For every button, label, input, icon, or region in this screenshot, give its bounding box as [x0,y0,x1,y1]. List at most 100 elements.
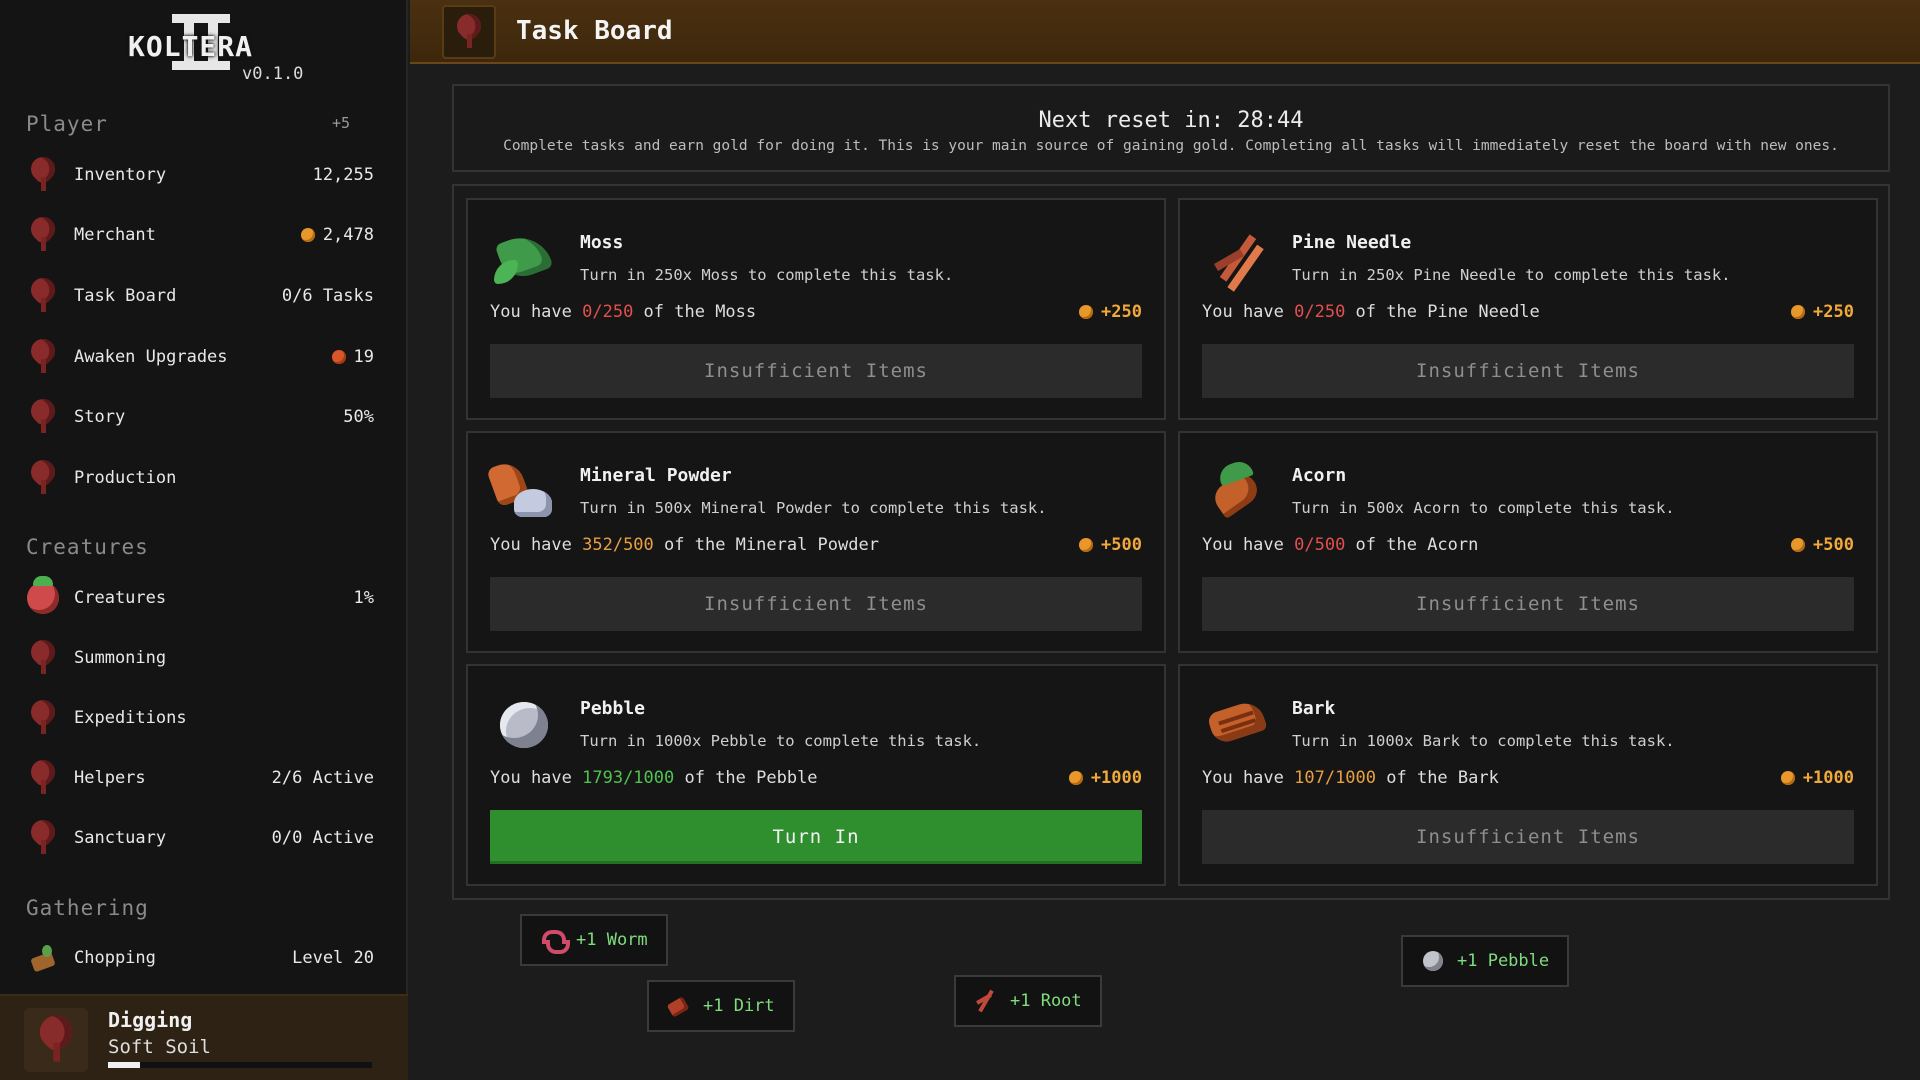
sidebar-item-value: Level 20 [292,948,374,968]
task-name: Pine Needle [1292,232,1412,253]
sidebar-item-summoning[interactable]: Summoning [26,635,374,681]
sidebar-item-value: 0/6 Tasks [281,286,374,306]
pin-icon [26,338,60,376]
pin-icon [26,459,60,497]
task-quantity: 0/500 [1294,535,1346,555]
page-header: Task Board [410,0,1920,64]
pin-icon [26,639,60,677]
task-description: Turn in 250x Pine Needle to complete thi… [1292,266,1731,284]
task-grid: Moss Turn in 250x Moss to complete this … [452,184,1890,900]
turn-in-button[interactable]: Turn In [490,810,1142,864]
mineral-powder-icon [492,459,556,523]
sidebar-item-label: Helpers [74,768,146,788]
task-progress: You have 0/250 of the Moss [490,302,757,322]
sidebar-item-label: Awaken Upgrades [74,347,228,367]
reset-description: Complete tasks and earn gold for doing i… [503,138,1839,154]
sidebar-item-merchant[interactable]: Merchant 2,478 [26,212,374,258]
task-quantity: 352/500 [582,535,654,555]
chopping-icon [28,943,58,973]
task-description: Turn in 500x Acorn to complete this task… [1292,499,1675,517]
coin-icon [300,228,315,242]
logo-text: KOLTERA [128,30,254,63]
app-version: v0.1.0 [242,64,304,84]
sidebar-item-production[interactable]: Production [26,455,374,501]
activity-progress-fill [108,1062,140,1068]
creature-icon [27,576,59,614]
task-progress: You have 352/500 of the Mineral Powder [490,535,879,555]
sidebar-item-story[interactable]: Story 50% [26,394,374,440]
active-activity-digging[interactable]: Digging Soft Soil [0,994,408,1080]
pebble-icon [492,692,556,756]
bark-icon [1204,692,1268,756]
task-reward: +250 [1079,302,1142,322]
sidebar-item-label: Story [74,407,126,427]
insufficient-items-button[interactable]: Insufficient Items [1202,577,1854,631]
drop-notification-pebble: +1 Pebble [1401,935,1570,987]
pin-icon [442,5,496,59]
sidebar-item-creatures[interactable]: Creatures 1% [26,575,374,621]
section-title-player: Player [26,112,108,136]
task-reward: +500 [1791,535,1854,555]
sidebar-item-value: 2/6 Active [271,768,374,788]
coin-icon [1079,538,1094,552]
sidebar-item-awaken-upgrades[interactable]: Awaken Upgrades 19 [26,334,374,380]
task-card-moss: Moss Turn in 250x Moss to complete this … [466,198,1166,420]
sidebar-item-chopping[interactable]: Chopping Level 20 [26,935,374,981]
task-name: Acorn [1292,465,1347,486]
sidebar-item-label: Expeditions [74,708,187,728]
acorn-icon [1204,459,1268,523]
insufficient-items-button[interactable]: Insufficient Items [1202,810,1854,864]
task-quantity: 107/1000 [1294,768,1377,788]
sidebar-item-expeditions[interactable]: Expeditions [26,695,374,741]
sidebar-item-task-board[interactable]: Task Board 0/6 Tasks [26,273,374,319]
coin-icon [1079,305,1094,319]
coin-icon [1780,771,1795,785]
activity-subtitle: Soft Soil [108,1036,211,1058]
task-description: Turn in 250x Moss to complete this task. [580,266,954,284]
task-description: Turn in 500x Mineral Powder to complete … [580,499,1047,517]
reset-panel: Next reset in: 28:44 Complete tasks and … [452,84,1890,172]
sidebar-item-value: 0/0 Active [271,828,374,848]
sidebar-item-inventory[interactable]: Inventory 12,255 [26,152,374,198]
insufficient-items-button[interactable]: Insufficient Items [1202,344,1854,398]
pin-icon [26,699,60,737]
pebble-icon [1421,949,1445,973]
sidebar-item-label: Production [74,468,177,488]
app-logo: KOLTERA v0.1.0 [120,14,303,84]
task-reward: +250 [1791,302,1854,322]
drop-label: +1 Worm [576,930,648,950]
worm-icon [540,928,570,954]
task-card-bark: Bark Turn in 1000x Bark to complete this… [1178,664,1878,886]
sidebar-item-sanctuary[interactable]: Sanctuary 0/0 Active [26,815,374,861]
task-name: Mineral Powder [580,465,732,486]
task-name: Moss [580,232,624,253]
pin-icon [26,759,60,797]
sidebar-item-value: 50% [343,407,374,427]
insufficient-items-button[interactable]: Insufficient Items [490,344,1142,398]
activity-title: Digging [108,1008,193,1032]
sidebar-item-label: Chopping [74,948,156,968]
drop-label: +1 Root [1010,991,1082,1011]
task-progress: You have 0/250 of the Pine Needle [1202,302,1540,322]
dirt-icon [667,994,691,1018]
task-reward: +500 [1079,535,1142,555]
task-name: Pebble [580,698,646,719]
pin-icon [26,819,60,857]
sidebar-item-value: 1% [353,588,374,608]
sidebar-item-helpers[interactable]: Helpers 2/6 Active [26,755,374,801]
task-progress: You have 107/1000 of the Bark [1202,768,1499,788]
sidebar-item-label: Creatures [74,588,167,608]
drop-notification-root: +1 Root [954,975,1102,1027]
task-card-pine-needle: Pine Needle Turn in 250x Pine Needle to … [1178,198,1878,420]
insufficient-items-button[interactable]: Insufficient Items [490,577,1142,631]
section-title-gathering: Gathering [26,896,149,920]
root-icon [974,989,998,1013]
drop-label: +1 Pebble [1457,951,1550,971]
player-badge: +5 [332,114,351,132]
sidebar-item-label: Summoning [74,648,167,668]
sidebar-item-label: Task Board [74,286,177,306]
sidebar-item-value: 2,478 [322,225,374,245]
task-progress: You have 1793/1000 of the Pebble [490,768,818,788]
sidebar: KOLTERA v0.1.0 Player +5 Inventory 12,25… [0,0,408,1080]
reset-timer: Next reset in: 28:44 [1038,108,1304,133]
